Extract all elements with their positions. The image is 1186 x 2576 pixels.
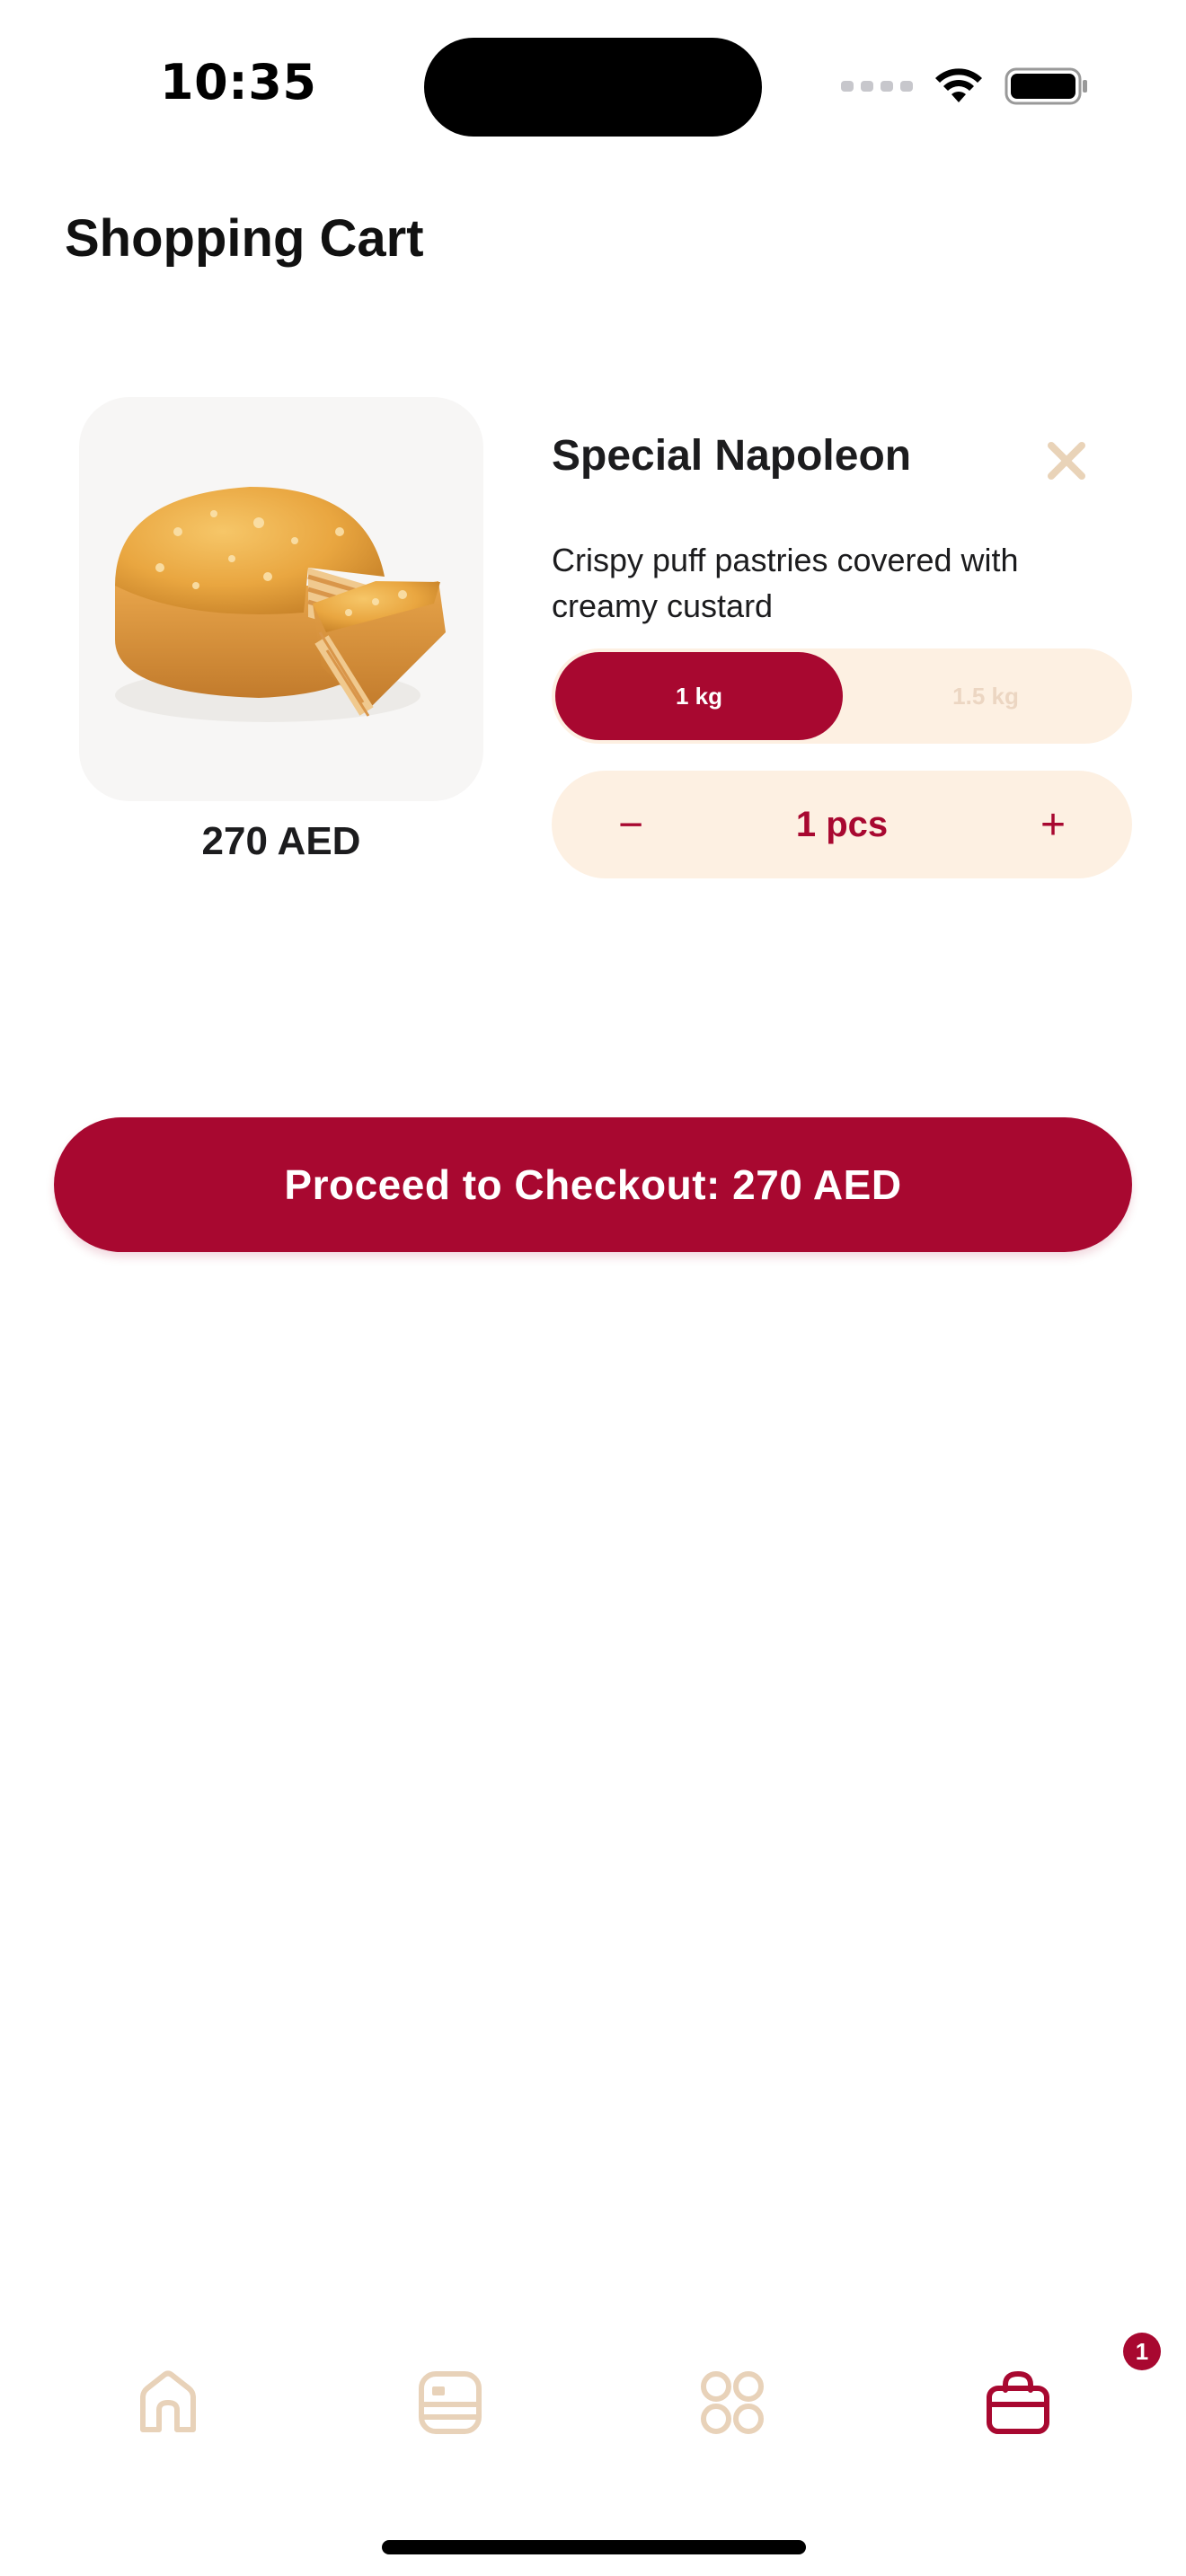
tab-home[interactable] — [128, 2362, 208, 2443]
tab-categories[interactable] — [692, 2362, 773, 2443]
shopping-bag-icon — [987, 2370, 1049, 2434]
weight-option-1kg[interactable]: 1 kg — [555, 652, 843, 740]
status-indicators — [841, 59, 1089, 113]
status-time: 10:35 — [160, 54, 317, 110]
cart-count-badge: 1 — [1123, 2333, 1161, 2370]
remove-item-button[interactable] — [1040, 435, 1093, 487]
home-icon — [140, 2370, 196, 2432]
item-name: Special Napoleon — [552, 432, 912, 480]
tab-cart[interactable] — [978, 2362, 1058, 2443]
checkout-button[interactable]: Proceed to Checkout: 270 AED — [54, 1117, 1132, 1252]
battery-icon — [1005, 67, 1087, 105]
wifi-icon — [935, 68, 982, 102]
weight-option-1-5kg[interactable]: 1.5 kg — [843, 652, 1128, 740]
dynamic-island — [424, 38, 762, 137]
cellular-signal-icon — [841, 81, 913, 92]
item-description: Crispy puff pastries covered with creamy… — [552, 542, 1019, 624]
menu-card-icon — [419, 2371, 482, 2434]
quantity-value: 1 pcs — [795, 804, 889, 844]
page-title: Shopping Cart — [65, 209, 424, 268]
quantity-stepper: − 1 pcs + — [552, 771, 1132, 878]
decrement-button[interactable]: − — [591, 785, 670, 864]
item-price: 270 AED — [201, 819, 361, 863]
increment-button[interactable]: + — [1013, 785, 1093, 864]
weight-selector: 1 kg 1.5 kg — [552, 648, 1132, 744]
shopping-cart-screen: 10:35 Shopping Cart 270 AED Special Napo… — [0, 0, 1186, 2576]
categories-icon — [701, 2371, 764, 2434]
tab-menu[interactable] — [410, 2362, 491, 2443]
tab-bar — [0, 2335, 1186, 2470]
close-icon — [1048, 442, 1085, 480]
home-indicator — [382, 2540, 806, 2554]
napoleon-cake-image — [79, 397, 483, 801]
